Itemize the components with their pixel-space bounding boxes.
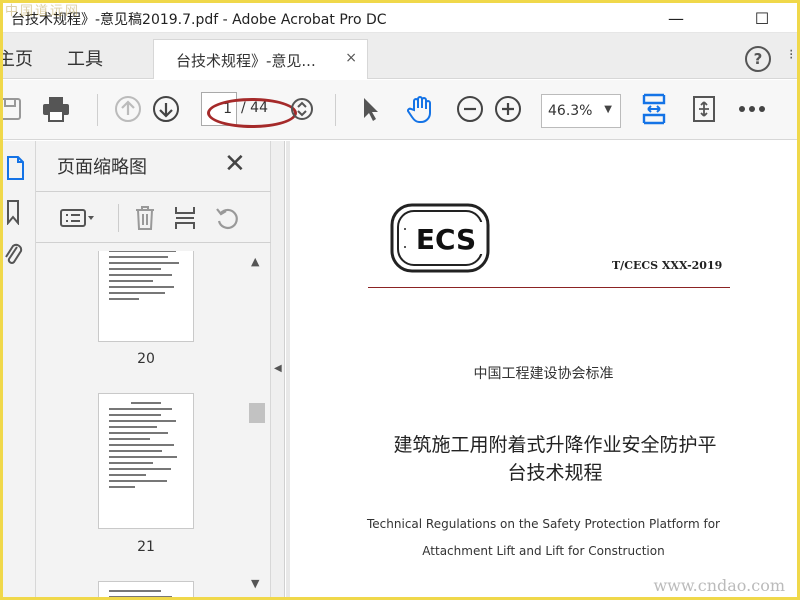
page-thumbnails-icon[interactable] [5,155,25,185]
tab-document[interactable]: 台技术规程》-意见... × [153,39,368,79]
thumbnail-panel: 页面缩略图 ✕ 20 21 ▲ ▼ [36,141,271,597]
help-icon[interactable]: ? [745,46,771,72]
english-title-line: Attachment Lift and Lift for Constructio… [422,544,665,558]
scroll-up-icon[interactable]: ▲ [251,255,259,268]
ecs-logo-text: ECS [416,223,476,256]
page-thumbnail[interactable] [98,581,194,597]
document-title-line: 建筑施工用附着式升降作业安全防护平 [393,434,717,456]
more-tools-icon[interactable] [737,94,767,124]
chevron-down-icon: ▼ [604,104,612,115]
watermark: 中国道远网 [5,4,81,19]
title-bar: 台技术规程》-意见稿2019.7.pdf - Adobe Acrobat Pro… [3,3,797,33]
panel-toolbar [36,191,271,243]
ecs-logo: ECS [390,203,490,273]
tab-bar: 主页 工具 台技术规程》-意见... × ? ⁝ [3,33,797,79]
delete-icon[interactable] [130,204,160,232]
document-tab-label: 台技术规程》-意见... [176,52,316,70]
toolbar-separator [97,94,98,126]
minimize-button[interactable]: — [653,3,699,33]
zoom-level-value: 46.3% [548,103,593,119]
thumbnail-text-lines [109,251,183,333]
collapse-panel-icon[interactable]: ◀ [274,363,282,374]
page-thumbnail[interactable] [98,251,194,342]
previous-page-icon[interactable] [113,94,143,124]
issuer-name: 中国工程建设协会标准 [473,366,614,382]
panel-separator [118,204,119,232]
close-panel-icon[interactable]: ✕ [224,151,246,177]
pdf-page: ECS T/CECS XXX-2019 中国工程建设协会标准 建筑施工用附着式升… [290,141,797,597]
maximize-button[interactable]: ☐ [739,3,785,33]
attachments-icon[interactable] [3,241,23,273]
header-rule [368,287,730,288]
zoom-out-icon[interactable] [455,94,485,124]
options-menu-icon[interactable] [56,204,100,232]
page-thumbnail[interactable] [98,393,194,529]
hand-tool-icon[interactable] [405,94,435,124]
rotate-icon[interactable] [212,204,242,232]
scrollbar-thumb[interactable] [249,403,265,423]
print-icon[interactable] [41,94,71,124]
thumbnail-page-number: 20 [137,351,155,367]
toolbar-separator [335,94,336,126]
full-screen-icon[interactable] [689,94,719,124]
thumbnail-scrollbar[interactable]: ▲ ▼ [247,251,267,597]
close-tab-icon[interactable]: × [345,50,357,66]
scroll-down-icon[interactable]: ▼ [251,577,259,590]
document-view[interactable]: ECS T/CECS XXX-2019 中国工程建设协会标准 建筑施工用附着式升… [286,141,797,597]
maximize-icon: ☐ [754,8,770,28]
thumbnail-list: 20 21 [36,251,246,597]
annotation-oval [207,98,297,128]
zoom-in-icon[interactable] [493,94,523,124]
panel-splitter[interactable]: ◀ [271,141,285,597]
extract-pages-icon[interactable] [170,204,200,232]
save-icon[interactable] [3,94,25,124]
thumbnail-page-number: 21 [137,539,155,555]
document-title: 建筑施工用附着式升降作业安全防护平 台技术规程 [360,431,750,487]
fit-page-icon[interactable] [639,93,669,125]
document-title-line: 台技术规程 [507,462,603,484]
minimize-icon: — [668,8,684,28]
tab-overflow-icon[interactable]: ⁝ [789,47,793,63]
toolbar: 1 / 44 46.3% ▼ [3,80,797,140]
tab-tools[interactable]: 工具 [67,45,103,71]
tab-home[interactable]: 主页 [3,45,33,71]
bookmarks-icon[interactable] [5,199,21,229]
thumbnail-text-lines [109,590,183,597]
next-page-icon[interactable] [151,94,181,124]
standard-code: T/CECS XXX-2019 [612,259,723,272]
panel-title: 页面缩略图 [57,157,147,178]
zoom-level-select[interactable]: 46.3% ▼ [541,94,621,128]
thumbnail-text-lines [109,402,183,520]
page-stepper-icon[interactable] [287,94,317,124]
navigation-rail [3,141,36,597]
select-cursor-icon[interactable] [355,94,385,124]
watermark: www.cndao.com [653,576,785,595]
english-title-line: Technical Regulations on the Safety Prot… [367,517,720,531]
app-window: 台技术规程》-意见稿2019.7.pdf - Adobe Acrobat Pro… [3,3,797,597]
